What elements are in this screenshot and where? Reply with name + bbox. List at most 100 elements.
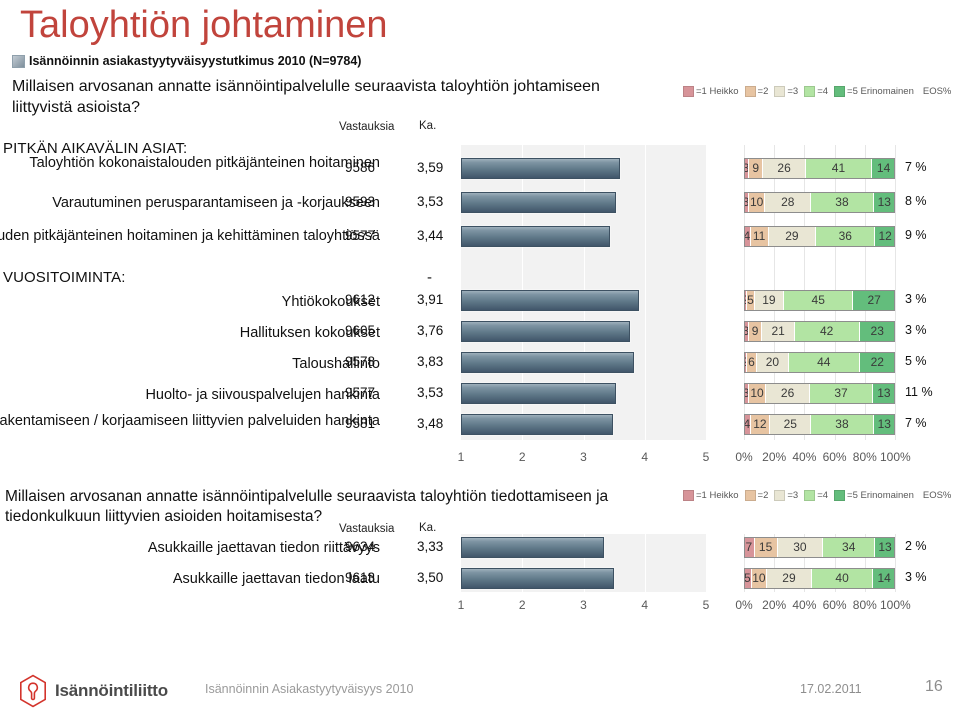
stacked-segment: 38 bbox=[811, 413, 874, 435]
stacked-bar-row: 39264114 bbox=[744, 157, 895, 179]
footer-date: 17.02.2011 bbox=[800, 682, 862, 696]
legend-item: =3 bbox=[774, 490, 798, 501]
stacked-segment: 7 bbox=[744, 536, 755, 558]
stacked-segment: 26 bbox=[763, 157, 806, 179]
stacked-segment: 40 bbox=[811, 567, 874, 589]
stacked-segment: 10 bbox=[751, 567, 768, 589]
segment-value: 4 bbox=[744, 417, 751, 431]
legend-swatch-icon bbox=[834, 86, 846, 97]
segment-value: 9 bbox=[752, 161, 759, 175]
question-2: Millaisen arvosanan annatte isännöintipa… bbox=[5, 488, 609, 525]
legend-swatch-icon bbox=[804, 490, 816, 501]
segment-value: 13 bbox=[877, 386, 891, 400]
stacked-segment: 14 bbox=[872, 157, 895, 179]
segment-value: 14 bbox=[877, 571, 891, 585]
footer-note: Isännöinnin Asiakastyytyväisyys 2010 bbox=[205, 682, 414, 696]
row-label: Rakentamiseen / korjaamiseen liittyvien … bbox=[0, 413, 380, 429]
mean-axis-tick: 4 bbox=[641, 450, 649, 464]
mean-axis-tick: 5 bbox=[702, 598, 710, 612]
stacked-bar-row: 4 12 25 38 13 bbox=[744, 413, 895, 435]
segment-value: 7 bbox=[745, 540, 753, 554]
legend-item: =5 Erinomainen bbox=[834, 86, 914, 97]
eos-value: 11 % bbox=[905, 385, 933, 399]
percent-axis-tick: 80% bbox=[852, 598, 877, 612]
page-title: Taloyhtiön johtaminen bbox=[20, 4, 388, 46]
row-responses-value: 9593 bbox=[345, 194, 376, 209]
mean-axis-tick: 2 bbox=[518, 598, 526, 612]
mean-bar bbox=[461, 382, 616, 404]
row-label: Toimivuuden pitkäjänteinen hoitaminen ja… bbox=[0, 228, 380, 244]
segment-value: 19 bbox=[762, 293, 776, 307]
stacked-segment: 15 bbox=[754, 536, 778, 558]
stacked-segment: 44 bbox=[788, 351, 860, 373]
stacked-segment: 13 bbox=[873, 191, 895, 213]
stacked-segment: 29 bbox=[767, 567, 812, 589]
segment-value: 12 bbox=[753, 417, 767, 431]
stacked-segment: 21 bbox=[762, 320, 795, 342]
segment-value: 13 bbox=[878, 540, 892, 554]
segment-value: 13 bbox=[877, 195, 891, 209]
mean-bar bbox=[461, 225, 611, 247]
mean-bar bbox=[461, 567, 615, 589]
segment-value: 44 bbox=[817, 355, 831, 369]
stacked-segment: 12 bbox=[750, 413, 771, 435]
segment-value: 37 bbox=[834, 386, 848, 400]
chart-2-stacked-plot: 7 15 30 34 13 5 10 29 40 14 bbox=[744, 534, 896, 592]
row-label: Taloushallinto bbox=[292, 356, 380, 372]
stacked-segment: 29 bbox=[768, 225, 817, 247]
section-title-annual: VUOSITOIMINTA: bbox=[3, 269, 126, 286]
legend-top: =1 Heikko =2 =3 =4 =5 Erinomainen EOS% bbox=[683, 86, 951, 97]
chart-2-mean-plot bbox=[461, 534, 707, 592]
legend-label: =2 bbox=[757, 86, 769, 97]
segment-value: 25 bbox=[783, 417, 797, 431]
percent-axis-tick: 60% bbox=[822, 598, 847, 612]
segment-value: 10 bbox=[750, 386, 764, 400]
row-mean-value: 3,33 bbox=[417, 539, 444, 554]
mean-axis-tick: 4 bbox=[641, 598, 649, 612]
stacked-segment: 12 bbox=[875, 225, 895, 247]
mean-bar bbox=[461, 157, 620, 179]
row-mean-value: 3,83 bbox=[417, 354, 444, 369]
row-label: Hallituksen kokoukset bbox=[239, 325, 380, 341]
mean-axis-tick: 3 bbox=[580, 450, 587, 464]
percent-axis-tick: 60% bbox=[822, 450, 847, 464]
row-mean-value: 3,48 bbox=[417, 416, 444, 431]
mean-axis-tick: 5 bbox=[702, 450, 710, 464]
gridline bbox=[895, 145, 896, 440]
legend-item: =1 Heikko bbox=[683, 86, 739, 97]
row-responses-value: 9612 bbox=[345, 292, 376, 307]
segment-value: 30 bbox=[793, 540, 807, 554]
segment-value: 29 bbox=[782, 571, 796, 585]
segment-value: 29 bbox=[785, 229, 799, 243]
stacked-segment: 27 bbox=[853, 289, 895, 311]
segment-value: 40 bbox=[835, 571, 849, 585]
stacked-segment: 10 bbox=[749, 382, 767, 404]
gridline bbox=[644, 534, 646, 592]
mean-axis-tick: 1 bbox=[457, 450, 465, 464]
row-responses-value: 9613 bbox=[345, 570, 376, 585]
stacked-bar-row: 4 11 29 36 12 bbox=[744, 225, 895, 247]
segment-value: 26 bbox=[780, 386, 795, 400]
legend-swatch-icon bbox=[834, 490, 846, 501]
stacked-bar-row: 39214223 bbox=[744, 320, 895, 342]
stacked-segment: 5 bbox=[747, 289, 755, 311]
segment-value: 12 bbox=[878, 229, 892, 243]
segment-value: 15 bbox=[758, 540, 773, 554]
row-mean-value: 3,91 bbox=[417, 292, 444, 307]
row-responses-value: 9634 bbox=[345, 539, 376, 554]
segment-value: 9 bbox=[751, 324, 759, 338]
row-label: Yhtiökokoukset bbox=[281, 294, 380, 310]
stacked-segment: 37 bbox=[810, 382, 873, 404]
stacked-segment: 45 bbox=[784, 289, 854, 311]
row-responses-value: 9578 bbox=[345, 354, 376, 369]
mean-axis-tick: 3 bbox=[580, 598, 587, 612]
row-responses-value: 9577 bbox=[345, 385, 376, 400]
mean-bar bbox=[461, 536, 604, 558]
slide: Taloyhtiön johtaminen Isännöinnin asiaka… bbox=[0, 0, 960, 717]
stacked-segment: 19 bbox=[754, 289, 785, 311]
legend-swatch-icon bbox=[774, 490, 786, 501]
legend-swatch-icon bbox=[744, 490, 756, 501]
percent-axis-tick: 100% bbox=[880, 450, 911, 464]
brand-logo: Isännöintiliitto bbox=[18, 674, 168, 708]
legend-item: =4 bbox=[804, 86, 828, 97]
